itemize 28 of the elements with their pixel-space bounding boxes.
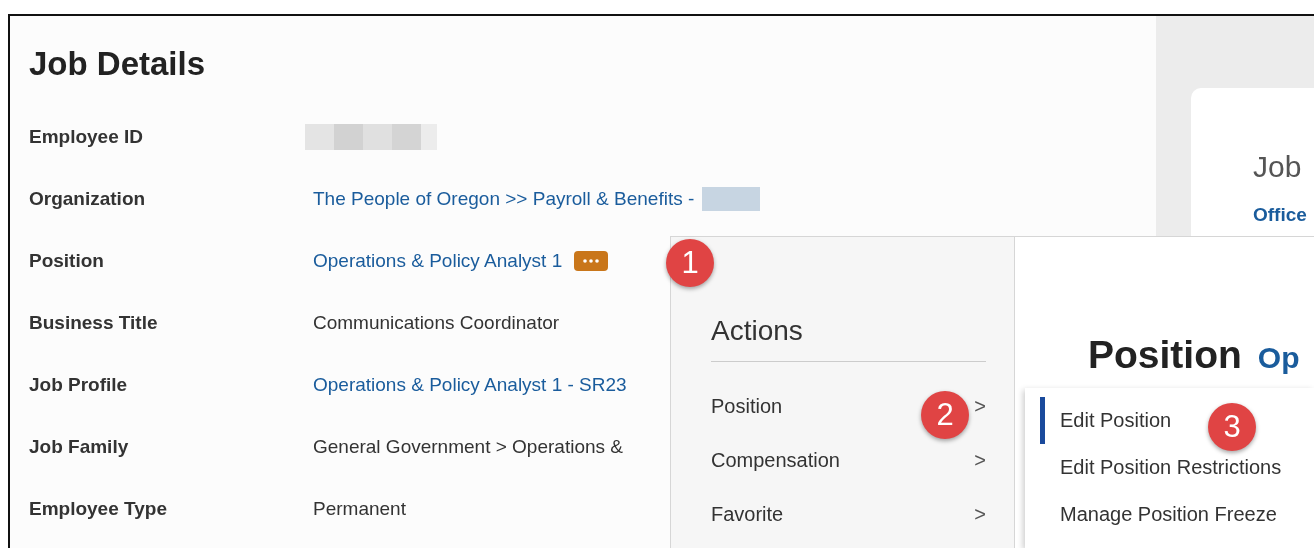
field-value: General Government > Operations & <box>313 436 623 458</box>
field-label: Business Title <box>29 312 159 334</box>
field-link[interactable]: Operations & Policy Analyst 1 - SR23 <box>313 374 627 396</box>
field-label: Job Family <box>29 436 130 458</box>
field-link[interactable]: The People of Oregon >> Payroll & Benefits - <box>313 188 695 210</box>
menu-item[interactable]: Position <box>711 394 783 418</box>
field-label: Position <box>29 250 105 272</box>
chevron-icon: > <box>974 502 986 526</box>
field-label: Employee Type <box>29 498 168 520</box>
ellipsis-icon <box>581 258 602 264</box>
menu-item[interactable]: Compensation <box>711 448 840 472</box>
field-label: Organization <box>29 188 147 210</box>
card-title: Job <box>1253 150 1303 184</box>
submenu-item[interactable]: Manage Position Freeze <box>1040 491 1314 538</box>
chevron-icon: > <box>974 394 986 418</box>
preview-link[interactable]: Op <box>1257 341 1300 375</box>
preview-title: Position <box>1088 333 1242 377</box>
field-value: Communications Coordinator <box>313 312 560 334</box>
related-actions-button[interactable] <box>574 251 609 271</box>
field-link[interactable]: Operations & Policy Analyst 1 <box>313 250 563 272</box>
menu-title: Actions <box>711 314 804 348</box>
field-label: Job Profile <box>29 374 129 396</box>
section-title: Job Details <box>29 44 207 84</box>
field-value: Permanent <box>313 498 406 520</box>
chevron-icon: > <box>974 448 986 472</box>
field-label: Employee ID <box>29 126 145 148</box>
menu-item[interactable]: Favorite <box>711 502 784 526</box>
card-link[interactable]: Office <box>1253 204 1314 226</box>
